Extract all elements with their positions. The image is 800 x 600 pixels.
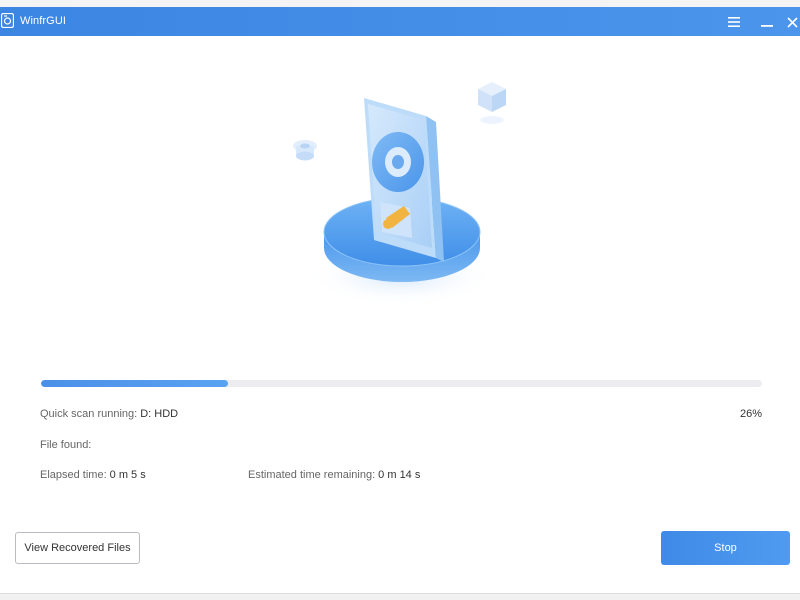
- elapsed-time: Elapsed time: 0 m 5 s: [40, 469, 146, 481]
- minimize-button[interactable]: [756, 11, 778, 33]
- minimize-icon: [761, 25, 773, 27]
- files-found: File found:: [40, 439, 94, 451]
- scan-status: Quick scan running: D: HDD: [40, 408, 178, 420]
- scan-drive: D: HDD: [140, 408, 179, 420]
- menu-button[interactable]: [723, 11, 745, 33]
- time-remaining-label: Estimated time remaining:: [248, 469, 376, 481]
- close-icon: [787, 16, 798, 28]
- elapsed-time-label: Elapsed time:: [40, 469, 107, 481]
- menu-icon: [728, 17, 740, 27]
- scan-status-label: Quick scan running:: [40, 408, 138, 420]
- cube-icon: [478, 82, 506, 124]
- scan-percent: 26%: [739, 408, 762, 420]
- time-remaining: Estimated time remaining: 0 m 14 s: [248, 469, 420, 481]
- close-button[interactable]: [785, 11, 800, 33]
- scan-progress-fill: [41, 380, 229, 387]
- time-remaining-value: 0 m 14 s: [378, 469, 421, 481]
- hard-drive-icon: [364, 98, 444, 262]
- gear-icon: [293, 140, 317, 161]
- hard-drive-scan-illustration: [293, 82, 506, 306]
- window-top-edge: [0, 0, 800, 7]
- window-bottom-edge: [0, 593, 800, 600]
- view-recovered-files-button[interactable]: View Recovered Files: [15, 532, 140, 564]
- title-bar: WinfrGUI: [0, 7, 800, 36]
- elapsed-time-value: 0 m 5 s: [109, 469, 146, 481]
- files-found-label: File found:: [40, 439, 92, 451]
- scan-progress-bar: [41, 380, 762, 387]
- app-logo-icon: [0, 12, 15, 29]
- window-title: WinfrGUI: [20, 15, 67, 27]
- stop-button[interactable]: Stop: [661, 531, 790, 565]
